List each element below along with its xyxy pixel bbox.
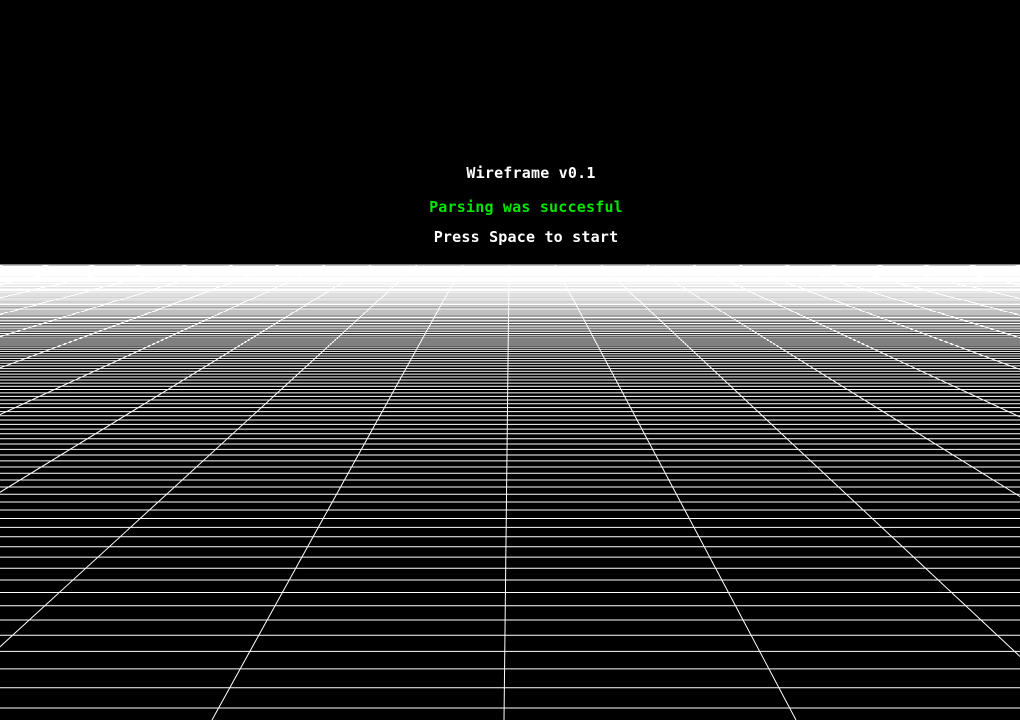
game-title: Wireframe v0.1 (466, 164, 596, 182)
game-window[interactable]: Wireframe v0.1 Parsing was succesful Pre… (0, 0, 1020, 720)
parse-status-message: Parsing was succesful (429, 198, 623, 216)
wireframe-grid-floor (0, 264, 1020, 720)
start-prompt: Press Space to start (433, 228, 619, 246)
